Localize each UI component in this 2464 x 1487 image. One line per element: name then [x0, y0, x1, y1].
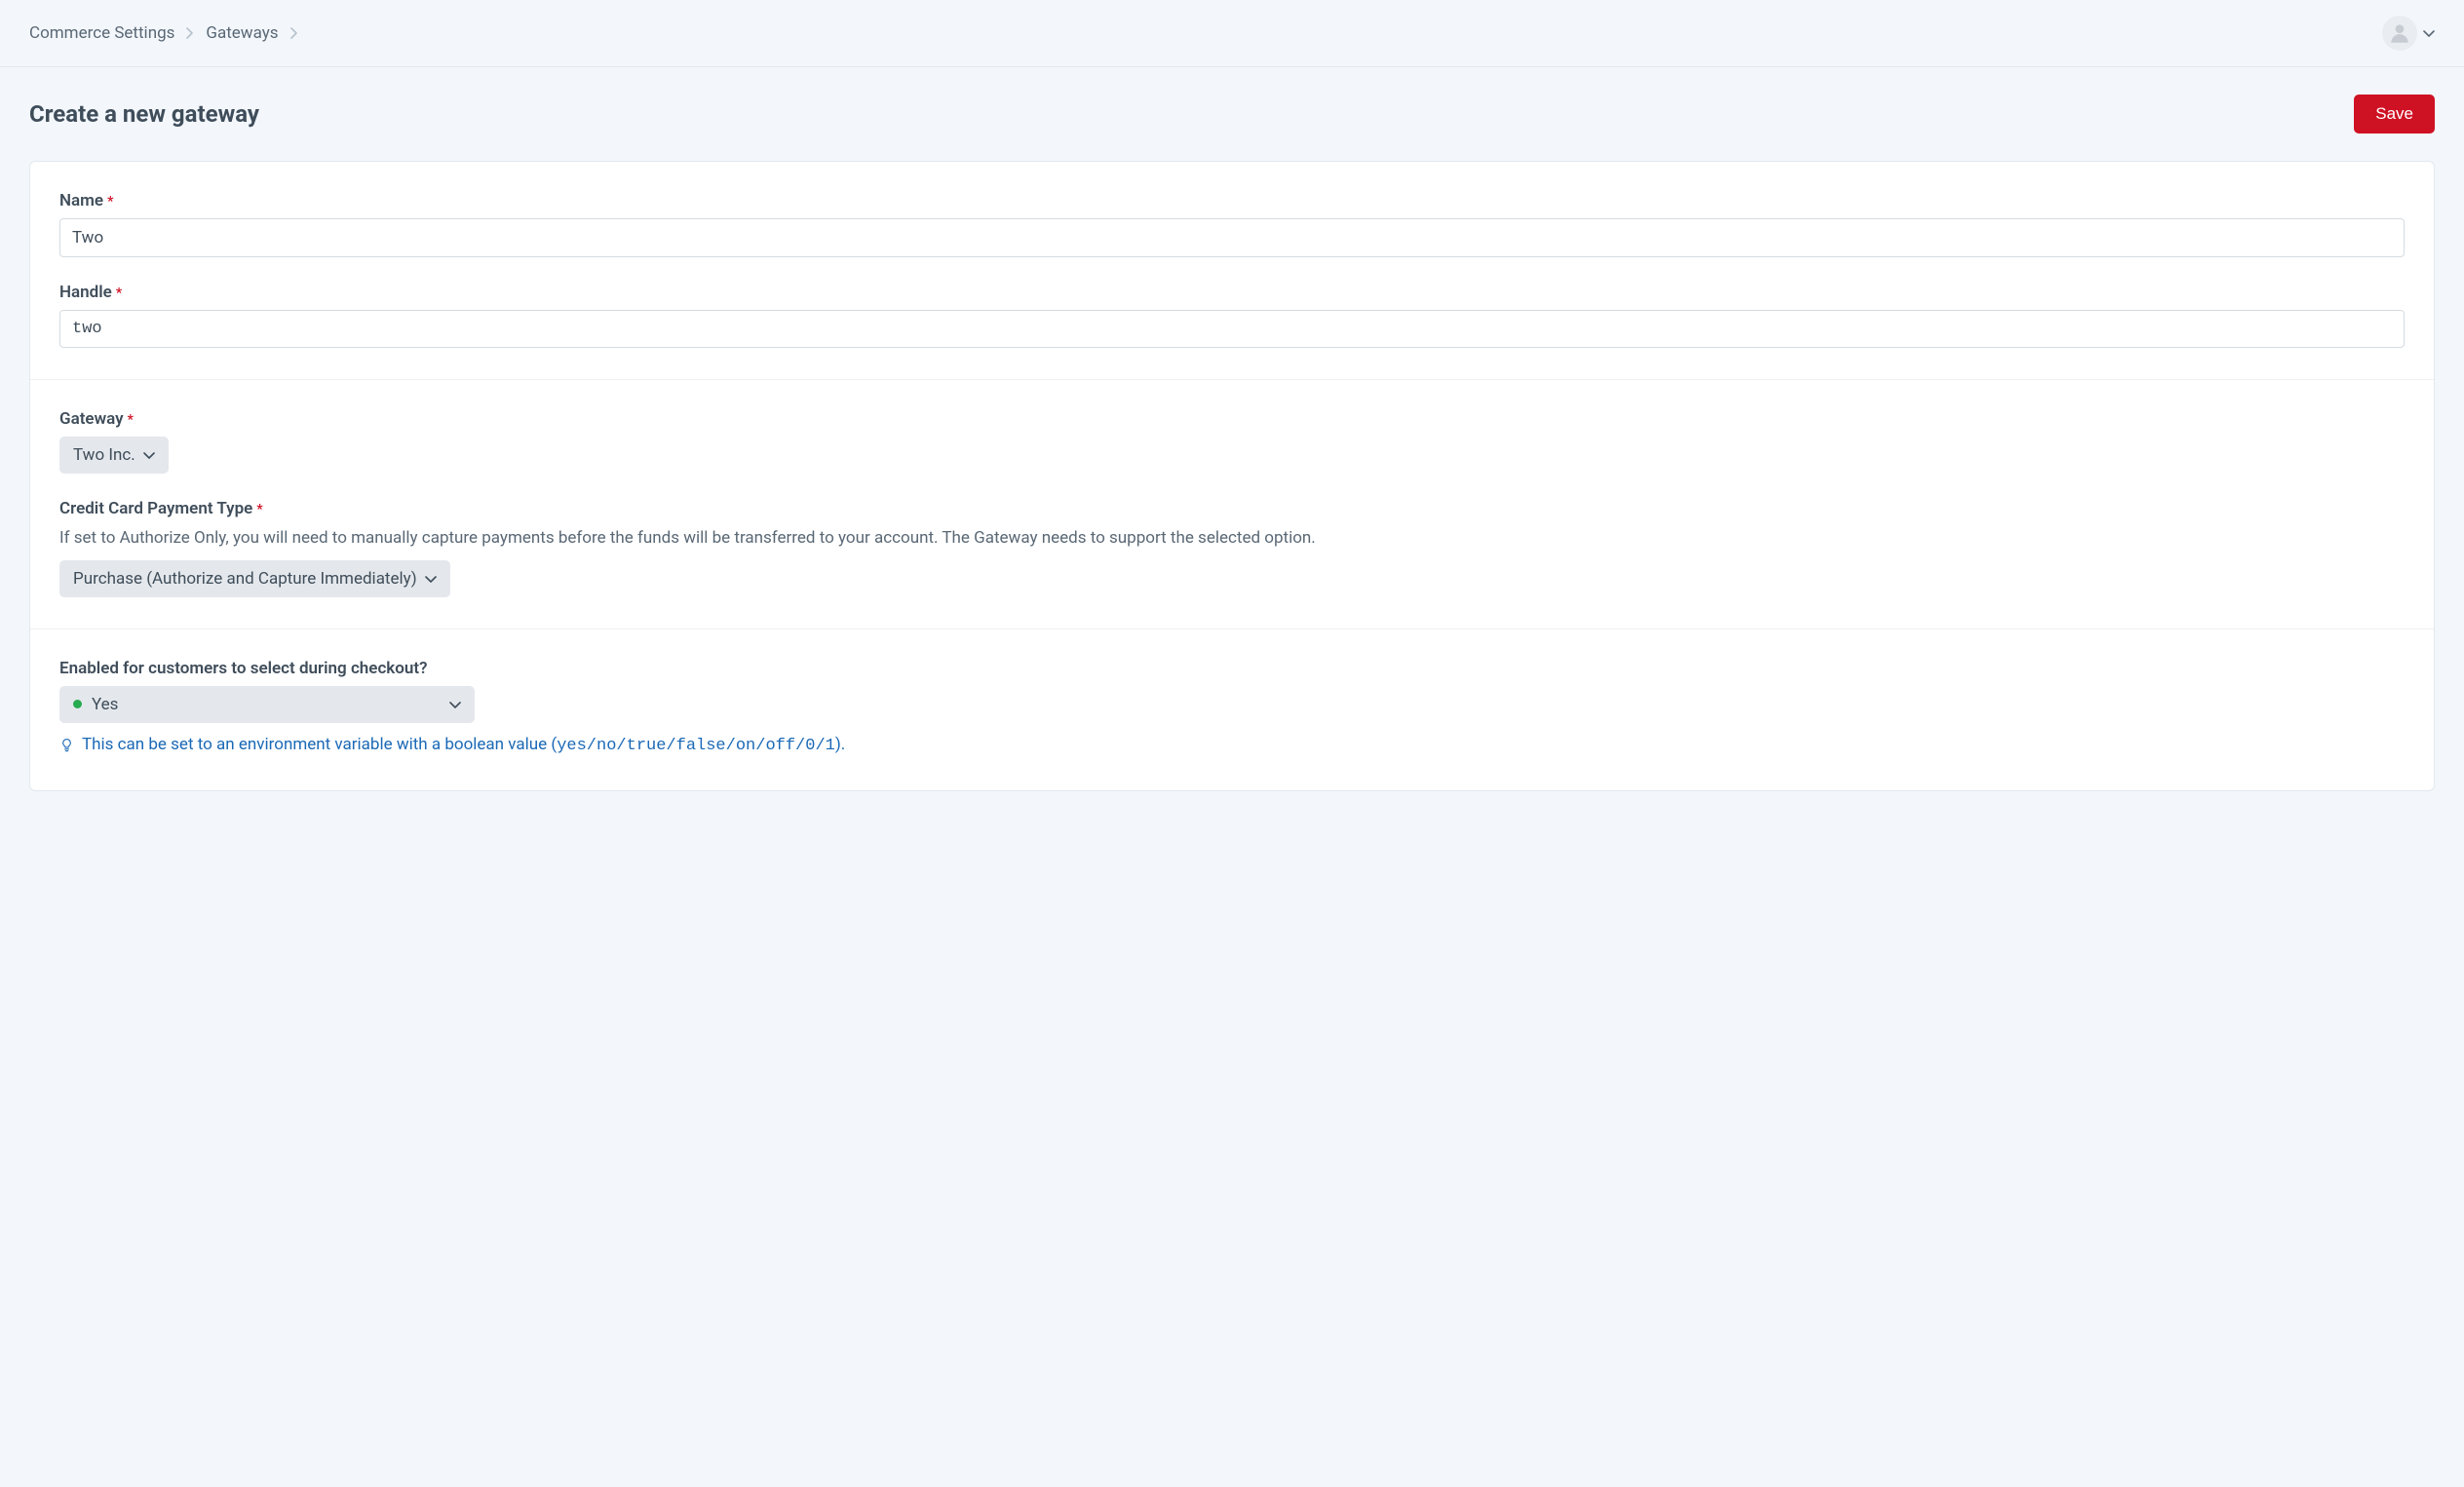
- breadcrumb-commerce-settings[interactable]: Commerce Settings: [29, 23, 174, 43]
- chevron-right-icon: [290, 27, 298, 39]
- breadcrumb-gateways[interactable]: Gateways: [206, 23, 278, 43]
- payment-type-help: If set to Authorize Only, you will need …: [59, 526, 2405, 551]
- section-basic: Name* Handle*: [30, 162, 2434, 380]
- payment-type-label-text: Credit Card Payment Type: [59, 499, 252, 518]
- payment-type-select-value: Purchase (Authorize and Capture Immediat…: [73, 569, 417, 589]
- chevron-down-icon: [2423, 23, 2435, 43]
- handle-label: Handle *: [59, 283, 2405, 302]
- form-panel: Name* Handle* Gateway* Two Inc.: [29, 161, 2435, 791]
- gateway-select-value: Two Inc.: [73, 445, 135, 465]
- required-icon: *: [116, 286, 122, 301]
- chevron-down-icon: [425, 569, 437, 589]
- title-row: Create a new gateway Save: [29, 95, 2435, 133]
- required-icon: *: [107, 194, 113, 210]
- tip-suffix: ).: [835, 735, 845, 754]
- payment-type-select[interactable]: Purchase (Authorize and Capture Immediat…: [59, 560, 450, 597]
- field-gateway: Gateway* Two Inc.: [59, 409, 2405, 474]
- save-button[interactable]: Save: [2354, 95, 2435, 133]
- chevron-down-icon: [143, 445, 155, 465]
- payment-type-label: Credit Card Payment Type *: [59, 499, 2405, 518]
- name-label-text: Name: [59, 191, 103, 210]
- tip-code: yes/no/true/false/on/off/0/1: [557, 737, 835, 755]
- chevron-right-icon: [186, 27, 194, 39]
- enabled-tip: This can be set to an environment variab…: [59, 735, 2405, 759]
- gateway-label: Gateway*: [59, 409, 2405, 429]
- name-label: Name*: [59, 191, 2405, 210]
- required-icon: *: [256, 502, 262, 517]
- avatar: [2382, 16, 2417, 51]
- breadcrumb: Commerce Settings Gateways: [29, 23, 298, 43]
- field-name: Name*: [59, 191, 2405, 257]
- gateway-select[interactable]: Two Inc.: [59, 437, 169, 474]
- gateway-label-text: Gateway: [59, 409, 124, 429]
- chevron-down-icon: [449, 695, 461, 714]
- handle-input[interactable]: [59, 310, 2405, 348]
- main-content: Create a new gateway Save Name* Handle* …: [0, 67, 2464, 830]
- app-header: Commerce Settings Gateways: [0, 0, 2464, 67]
- field-payment-type: Credit Card Payment Type * If set to Auth…: [59, 499, 2405, 597]
- enabled-select[interactable]: Yes: [59, 686, 475, 723]
- handle-label-text: Handle: [59, 283, 112, 302]
- required-icon: *: [128, 412, 134, 428]
- page-title: Create a new gateway: [29, 100, 259, 128]
- lightbulb-icon: [59, 737, 74, 759]
- enabled-label: Enabled for customers to select during c…: [59, 659, 2405, 678]
- user-menu[interactable]: [2382, 16, 2435, 51]
- field-handle: Handle *: [59, 283, 2405, 348]
- section-gateway: Gateway* Two Inc. Credit Card Payment Ty…: [30, 380, 2434, 629]
- tip-prefix: This can be set to an environment variab…: [82, 735, 557, 754]
- status-dot-icon: [73, 700, 82, 708]
- enabled-select-value: Yes: [92, 695, 118, 714]
- field-enabled: Enabled for customers to select during c…: [59, 659, 2405, 759]
- enabled-tip-text: This can be set to an environment variab…: [82, 735, 845, 755]
- section-enabled: Enabled for customers to select during c…: [30, 629, 2434, 790]
- name-input[interactable]: [59, 218, 2405, 257]
